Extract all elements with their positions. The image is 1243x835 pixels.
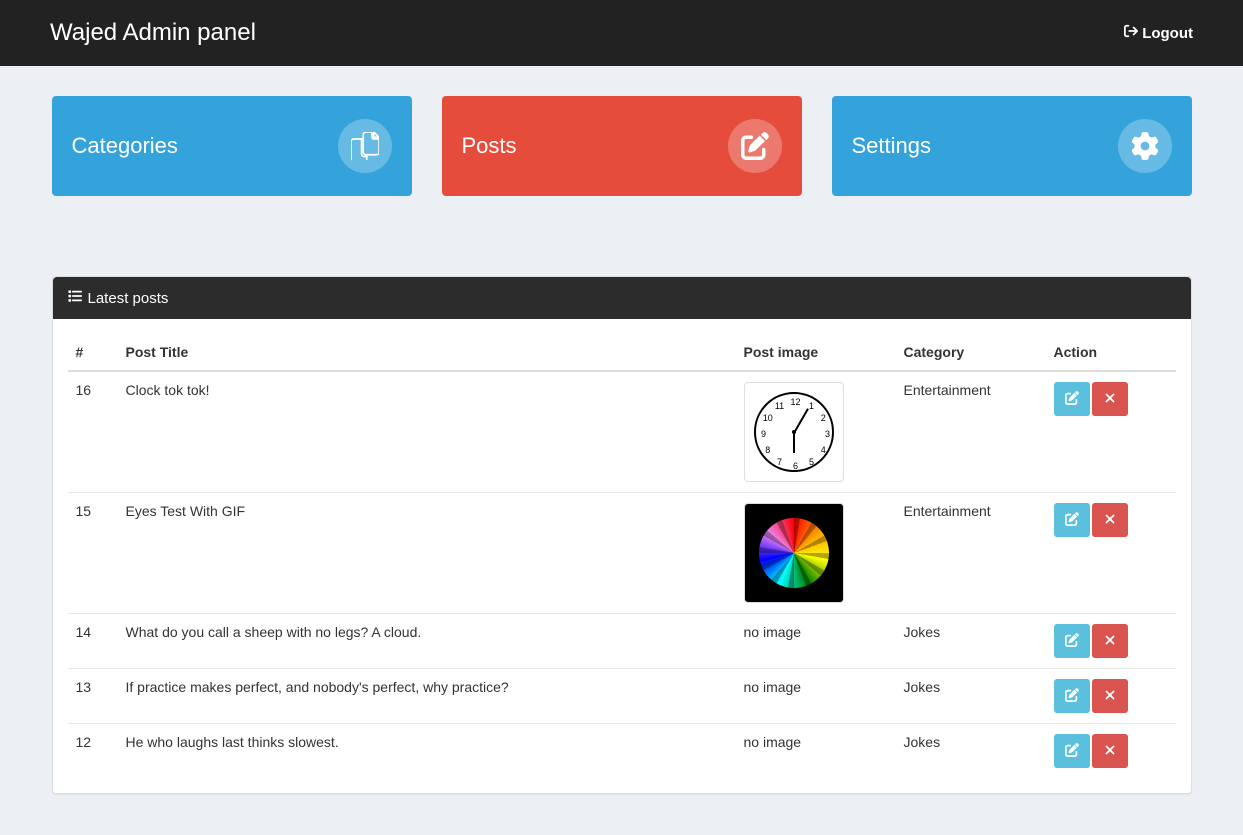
close-icon	[1103, 391, 1117, 408]
edit-icon	[728, 119, 782, 173]
cell-title: Eyes Test With GIF	[118, 493, 736, 614]
edit-button[interactable]	[1054, 382, 1090, 416]
cell-action	[1046, 724, 1176, 779]
cell-id: 14	[68, 614, 118, 669]
close-icon	[1103, 688, 1117, 705]
cell-id: 16	[68, 371, 118, 493]
edit-icon	[1065, 633, 1079, 650]
cell-category: Jokes	[896, 669, 1046, 724]
table-row: 16Clock tok tok!123456789101112 Entertain…	[68, 371, 1176, 493]
cell-image: no image	[736, 724, 896, 779]
edit-button[interactable]	[1054, 624, 1090, 658]
delete-button[interactable]	[1092, 503, 1128, 537]
edit-button[interactable]	[1054, 503, 1090, 537]
widget-settings[interactable]: Settings	[832, 96, 1192, 196]
cell-title: If practice makes perfect, and nobody's …	[118, 669, 736, 724]
table-row: 14What do you call a sheep with no legs?…	[68, 614, 1176, 669]
widget-posts-label: Posts	[462, 133, 517, 159]
cell-title: He who laughs last thinks slowest.	[118, 724, 736, 779]
cell-id: 15	[68, 493, 118, 614]
cell-category: Entertainment	[896, 371, 1046, 493]
cell-action	[1046, 614, 1176, 669]
cell-image: 123456789101112	[736, 371, 896, 493]
cell-title: What do you call a sheep with no legs? A…	[118, 614, 736, 669]
cell-id: 13	[68, 669, 118, 724]
posts-table: # Post Title Post image Category Action …	[68, 334, 1176, 778]
col-title: Post Title	[118, 334, 736, 371]
close-icon	[1103, 633, 1117, 650]
table-row: 12He who laughs last thinks slowest. no i…	[68, 724, 1176, 779]
close-icon	[1103, 512, 1117, 529]
navbar: Wajed Admin panel Logout	[0, 0, 1243, 66]
no-image-text: no image	[744, 734, 802, 750]
latest-posts-panel: Latest posts # Post Title Post image Cat…	[52, 276, 1192, 794]
widget-categories[interactable]: Categories	[52, 96, 412, 196]
cell-action	[1046, 371, 1176, 493]
close-icon	[1103, 743, 1117, 760]
cell-action	[1046, 669, 1176, 724]
cell-category: Jokes	[896, 724, 1046, 779]
col-id: #	[68, 334, 118, 371]
delete-button[interactable]	[1092, 382, 1128, 416]
edit-icon	[1065, 688, 1079, 705]
edit-button[interactable]	[1054, 734, 1090, 768]
cell-category: Jokes	[896, 614, 1046, 669]
no-image-text: no image	[744, 679, 802, 695]
logout-icon	[1124, 24, 1138, 42]
gear-icon	[1118, 119, 1172, 173]
widget-settings-label: Settings	[852, 133, 932, 159]
logout-link[interactable]: Logout	[1124, 24, 1193, 42]
edit-icon	[1065, 391, 1079, 408]
widget-categories-label: Categories	[72, 133, 178, 159]
col-category: Category	[896, 334, 1046, 371]
cell-category: Entertainment	[896, 493, 1046, 614]
copy-icon	[338, 119, 392, 173]
delete-button[interactable]	[1092, 734, 1128, 768]
post-image-thumbnail	[744, 503, 844, 603]
post-image-thumbnail: 123456789101112	[744, 382, 844, 482]
logout-label: Logout	[1142, 25, 1193, 42]
table-row: 15Eyes Test With GIF Entertainment	[68, 493, 1176, 614]
delete-button[interactable]	[1092, 679, 1128, 713]
col-image: Post image	[736, 334, 896, 371]
table-row: 13If practice makes perfect, and nobody'…	[68, 669, 1176, 724]
cell-image: no image	[736, 614, 896, 669]
delete-button[interactable]	[1092, 624, 1128, 658]
edit-button[interactable]	[1054, 679, 1090, 713]
widget-row: Categories Posts Settings	[52, 66, 1192, 276]
list-icon	[68, 289, 82, 307]
col-action: Action	[1046, 334, 1176, 371]
edit-icon	[1065, 512, 1079, 529]
panel-title: Latest posts	[88, 290, 169, 307]
cell-title: Clock tok tok!	[118, 371, 736, 493]
edit-icon	[1065, 743, 1079, 760]
cell-image	[736, 493, 896, 614]
app-title: Wajed Admin panel	[50, 19, 256, 47]
cell-id: 12	[68, 724, 118, 779]
cell-image: no image	[736, 669, 896, 724]
cell-action	[1046, 493, 1176, 614]
no-image-text: no image	[744, 624, 802, 640]
widget-posts[interactable]: Posts	[442, 96, 802, 196]
panel-heading: Latest posts	[53, 277, 1191, 319]
